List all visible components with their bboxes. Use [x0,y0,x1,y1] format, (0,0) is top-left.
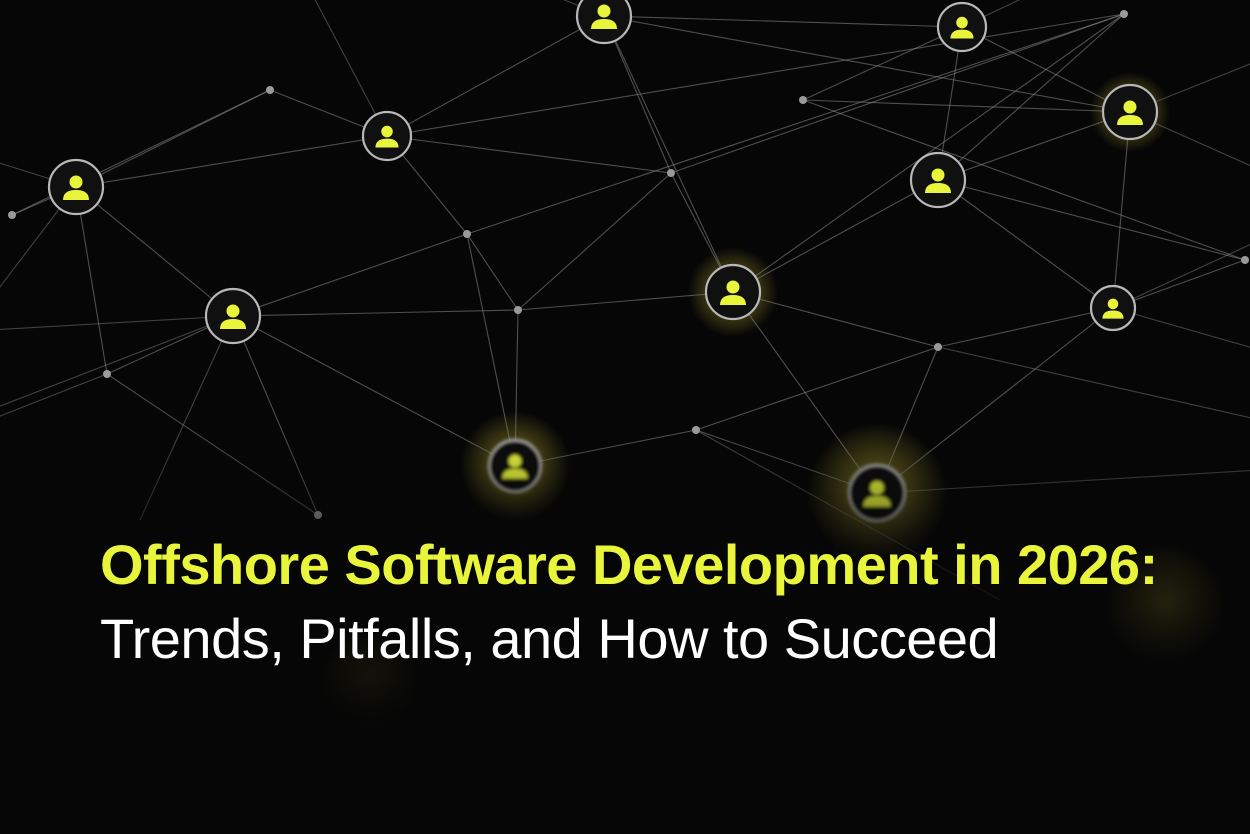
network-link [75,186,234,317]
headline-highlight: Offshore Software Development in 2026: [100,533,1158,596]
user-icon-head [870,481,884,495]
network-link [0,373,108,417]
user-node [909,151,967,209]
network-link [695,346,939,431]
network-graphic [0,0,1250,730]
network-link [106,373,319,516]
user-node [936,1,988,53]
network-link [937,307,1114,348]
network-link [603,15,734,293]
network-link [75,186,108,375]
network-link [466,13,1125,235]
user-node [47,158,105,216]
network-link [937,111,1131,181]
user-node [361,110,413,162]
network-hub-dot [1120,10,1128,18]
user-icon-head [931,168,945,182]
network-link [232,315,516,467]
user-node [575,0,633,45]
network-link [937,179,1114,309]
network-link [232,233,468,317]
network-hub-dot [514,306,522,314]
hero-banner: Offshore Software Development in 2026: T… [0,0,1250,834]
network-link [937,179,1246,261]
network-hub-dot [934,343,942,351]
user-icon-head [726,280,740,294]
network-link [0,315,234,330]
network-link [802,99,1131,113]
network-hub-dot [8,211,16,219]
network-link [0,315,234,407]
network-link [386,135,672,174]
user-icon-head [597,4,611,18]
network-link [732,179,939,293]
headline: Offshore Software Development in 2026: T… [100,528,1160,676]
user-node [487,438,543,494]
user-icon-head [508,454,522,468]
user-node [847,463,907,523]
user-node [704,263,762,321]
network-hub-dot [314,511,322,519]
network-hub-dot [667,169,675,177]
user-node [1101,83,1159,141]
user-icon-head [1123,100,1137,114]
network-link [732,13,1125,293]
network-link [603,15,1131,113]
user-icon-head [956,16,968,29]
user-icon-head [69,175,83,189]
network-hub-dot [463,230,471,238]
headline-rest: Trends, Pitfalls, and How to Succeed [100,607,999,670]
network-link [876,307,1114,494]
user-icon-head [381,125,393,138]
network-hub-dot [103,370,111,378]
network-link [232,315,319,516]
user-node [1089,284,1137,332]
network-hub-dot [266,86,274,94]
user-icon-head [226,304,240,318]
network-hub-dot [799,96,807,104]
user-icon-head [1107,298,1119,310]
network-hub-dot [692,426,700,434]
user-node [204,287,262,345]
network-link [232,309,519,317]
network-link [802,99,1246,261]
network-link [517,172,672,311]
network-link [670,13,1125,174]
network-hub-dot [1241,256,1249,264]
